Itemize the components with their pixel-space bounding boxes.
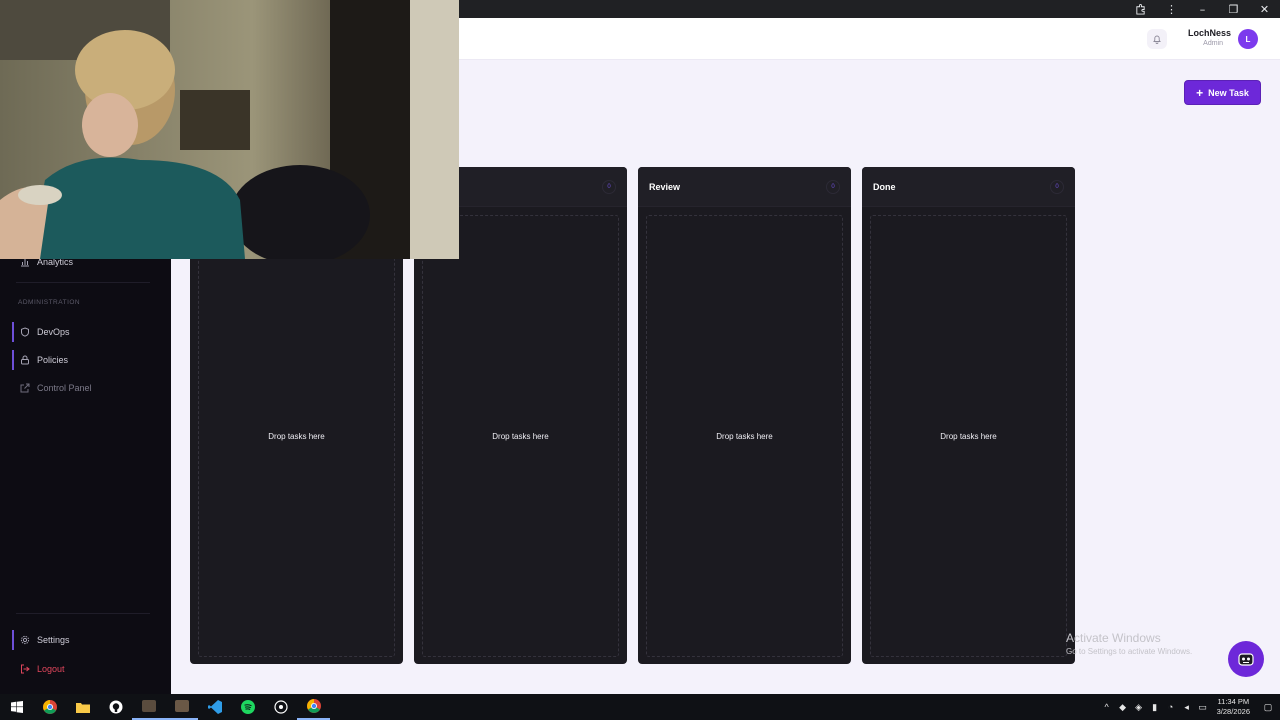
kanban-column-done: Done 0 Drop tasks here bbox=[862, 167, 1075, 664]
activate-windows-subtitle: Go to Settings to activate Windows. bbox=[1066, 647, 1193, 656]
column-dropzone[interactable]: Drop tasks here bbox=[870, 215, 1067, 657]
language-icon[interactable]: ▭ bbox=[1197, 701, 1209, 713]
webcam-overlay bbox=[0, 0, 459, 259]
webcam-image bbox=[0, 0, 459, 259]
bell-icon[interactable] bbox=[1147, 29, 1167, 49]
chrome-active-icon[interactable] bbox=[297, 694, 330, 720]
sidebar-item-policies[interactable]: Policies bbox=[12, 350, 162, 370]
column-header: Done 0 bbox=[862, 167, 1075, 207]
kanban-column-review: Review 0 Drop tasks here bbox=[638, 167, 851, 664]
column-dropzone[interactable]: Drop tasks here bbox=[422, 215, 619, 657]
vscode-icon[interactable] bbox=[198, 694, 231, 720]
spotify-icon[interactable] bbox=[231, 694, 264, 720]
activate-windows-title: Activate Windows bbox=[1066, 631, 1161, 645]
extensions-icon[interactable] bbox=[1125, 0, 1156, 18]
column-dropzone[interactable]: Drop tasks here bbox=[198, 215, 395, 657]
volume-icon[interactable]: ◂ bbox=[1181, 701, 1193, 713]
plus-icon: + bbox=[1196, 85, 1204, 100]
sidebar-item-label: Settings bbox=[37, 635, 70, 645]
windows-taskbar: ^ ◆ ◈ ▮ ◔ ◂ ▭ 11:34 PM 3/28/2026 ▢ bbox=[0, 694, 1280, 720]
app-icon-3[interactable] bbox=[264, 694, 297, 720]
column-dropzone[interactable]: Drop tasks here bbox=[646, 215, 843, 657]
system-tray: ^ ◆ ◈ ▮ ◔ ◂ ▭ 11:34 PM 3/28/2026 ▢ bbox=[1101, 694, 1280, 720]
file-explorer-icon[interactable] bbox=[66, 694, 99, 720]
dropzone-text: Drop tasks here bbox=[716, 431, 773, 441]
app-icon-2[interactable] bbox=[165, 694, 198, 720]
taskbar-clock[interactable]: 11:34 PM 3/28/2026 bbox=[1217, 697, 1250, 717]
user-name: LochNess bbox=[1187, 28, 1231, 38]
dropzone-text: Drop tasks here bbox=[492, 431, 549, 441]
logout-label: Logout bbox=[37, 664, 65, 674]
column-title: Done bbox=[873, 181, 896, 192]
avatar[interactable]: L bbox=[1238, 29, 1258, 49]
column-count-badge: 0 bbox=[602, 179, 616, 194]
user-role: Admin bbox=[1203, 40, 1223, 47]
network-icon[interactable]: ◈ bbox=[1133, 701, 1145, 713]
bot-icon bbox=[1238, 653, 1254, 666]
dropzone-text: Drop tasks here bbox=[940, 431, 997, 441]
close-icon[interactable]: ✕ bbox=[1249, 0, 1280, 18]
dropzone-text: Drop tasks here bbox=[268, 431, 325, 441]
browser-menu-icon[interactable]: ⋮ bbox=[1156, 0, 1187, 18]
clock-time: 11:34 PM bbox=[1217, 697, 1250, 706]
minimize-icon[interactable]: – bbox=[1187, 0, 1218, 18]
new-task-button[interactable]: + New Task bbox=[1184, 80, 1261, 105]
tray-app-icon[interactable]: ◆ bbox=[1117, 701, 1129, 713]
column-count-badge: 0 bbox=[826, 179, 840, 194]
chrome-icon[interactable] bbox=[33, 694, 66, 720]
github-icon[interactable] bbox=[99, 694, 132, 720]
microphone-icon[interactable]: ▮ bbox=[1149, 701, 1161, 713]
sidebar-item-label: Policies bbox=[37, 355, 69, 365]
lock-icon bbox=[19, 354, 31, 366]
column-header: Review 0 bbox=[638, 167, 851, 207]
sidebar-divider bbox=[16, 613, 150, 614]
sidebar-item-label: DevOps bbox=[37, 327, 70, 337]
column-title: Review bbox=[649, 181, 681, 192]
logout-button[interactable]: Logout bbox=[12, 659, 162, 679]
column-count-badge: 0 bbox=[1050, 179, 1064, 194]
start-button[interactable] bbox=[0, 694, 33, 720]
sidebar-item-control-panel[interactable]: Control Panel bbox=[12, 378, 162, 398]
sidebar-divider bbox=[16, 282, 150, 283]
sidebar-section-administration: ADMINISTRATION bbox=[18, 299, 81, 306]
external-link-icon bbox=[19, 382, 31, 394]
gear-icon bbox=[19, 634, 31, 646]
logout-icon bbox=[19, 663, 31, 675]
clock-date: 3/28/2026 bbox=[1216, 707, 1250, 716]
notifications-icon[interactable]: ▢ bbox=[1262, 701, 1274, 713]
wifi-icon[interactable]: ◔ bbox=[1165, 701, 1177, 713]
chatbot-button[interactable] bbox=[1228, 641, 1264, 677]
app-icon-1[interactable] bbox=[132, 694, 165, 720]
shield-icon bbox=[19, 326, 31, 338]
sidebar-item-devops[interactable]: DevOps bbox=[12, 322, 162, 342]
new-task-label: New Task bbox=[1208, 87, 1249, 98]
sidebar-item-settings[interactable]: Settings bbox=[12, 630, 162, 650]
restore-icon[interactable]: ❐ bbox=[1218, 0, 1249, 18]
sidebar-item-label: Control Panel bbox=[37, 383, 92, 393]
chevron-up-icon[interactable]: ^ bbox=[1101, 701, 1113, 713]
